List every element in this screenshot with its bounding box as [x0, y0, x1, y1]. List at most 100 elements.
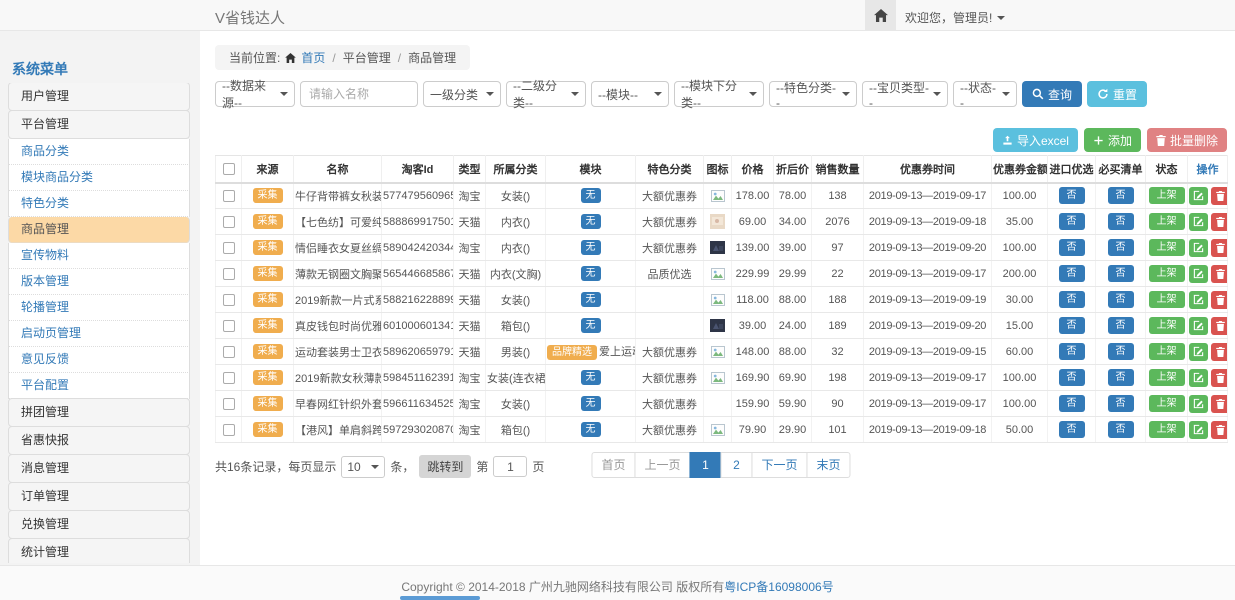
must-buy-toggle[interactable]: 否	[1108, 395, 1134, 412]
sidebar-item-stats-management[interactable]: 统计管理	[8, 538, 190, 563]
import-select-toggle[interactable]: 否	[1059, 343, 1085, 360]
must-buy-toggle[interactable]: 否	[1108, 265, 1134, 282]
sidebar-item-module-product-category[interactable]: 模块商品分类	[8, 165, 190, 191]
delete-button[interactable]	[1211, 343, 1228, 361]
last-page-button[interactable]: 末页	[807, 452, 851, 478]
edit-button[interactable]	[1189, 317, 1208, 335]
row-checkbox[interactable]	[223, 216, 235, 228]
must-buy-toggle[interactable]: 否	[1108, 343, 1134, 360]
page-2-button[interactable]: 2	[721, 452, 753, 478]
sidebar-item-user-management[interactable]: 用户管理	[8, 83, 190, 111]
import-excel-button[interactable]: 导入excel	[993, 128, 1078, 152]
reset-button[interactable]: 重置	[1087, 81, 1147, 107]
import-select-toggle[interactable]: 否	[1059, 291, 1085, 308]
sidebar-item-feedback[interactable]: 意见反馈	[8, 347, 190, 373]
row-checkbox[interactable]	[223, 320, 235, 332]
icp-link[interactable]: 粤ICP备16098006号	[724, 580, 833, 594]
home-button[interactable]	[865, 0, 896, 30]
batch-delete-button[interactable]: 批量删除	[1147, 128, 1227, 152]
first-page-button[interactable]: 首页	[591, 452, 635, 478]
must-buy-toggle[interactable]: 否	[1108, 187, 1134, 204]
delete-button[interactable]	[1211, 291, 1228, 309]
filter-select-module[interactable]: --模块--	[591, 81, 669, 107]
delete-button[interactable]	[1211, 213, 1228, 231]
horizontal-scrollbar-thumb[interactable]	[400, 596, 480, 600]
prev-page-button[interactable]: 上一页	[634, 452, 690, 478]
sidebar-item-product-category[interactable]: 商品分类	[8, 139, 190, 165]
filter-select-feature-category[interactable]: --特色分类--	[769, 81, 857, 107]
sidebar-item-platform-management[interactable]: 平台管理	[8, 110, 190, 139]
delete-button[interactable]	[1211, 421, 1228, 439]
sidebar-item-product-management[interactable]: 商品管理	[8, 217, 190, 243]
row-checkbox[interactable]	[223, 242, 235, 254]
sidebar-item-carousel-management[interactable]: 轮播管理	[8, 295, 190, 321]
edit-button[interactable]	[1189, 187, 1208, 205]
sidebar-item-message-management[interactable]: 消息管理	[8, 454, 190, 483]
import-select-toggle[interactable]: 否	[1059, 421, 1085, 438]
status-button[interactable]: 上架	[1149, 213, 1185, 230]
select-all-checkbox[interactable]	[223, 163, 235, 175]
must-buy-toggle[interactable]: 否	[1108, 369, 1134, 386]
delete-button[interactable]	[1211, 187, 1228, 205]
filter-select-item-type[interactable]: --宝贝类型--	[862, 81, 948, 107]
per-page-select[interactable]: 10	[341, 456, 385, 478]
must-buy-toggle[interactable]: 否	[1108, 291, 1134, 308]
filter-select-level1-category[interactable]: 一级分类	[423, 81, 501, 107]
status-button[interactable]: 上架	[1149, 317, 1185, 334]
sidebar-item-platform-config[interactable]: 平台配置	[8, 373, 190, 399]
edit-button[interactable]	[1189, 291, 1208, 309]
status-button[interactable]: 上架	[1149, 369, 1185, 386]
must-buy-toggle[interactable]: 否	[1108, 239, 1134, 256]
import-select-toggle[interactable]: 否	[1059, 239, 1085, 256]
jump-button[interactable]: 跳转到	[419, 455, 471, 478]
sidebar-item-order-management[interactable]: 订单管理	[8, 482, 190, 511]
row-checkbox[interactable]	[223, 424, 235, 436]
edit-button[interactable]	[1189, 369, 1208, 387]
row-checkbox[interactable]	[223, 372, 235, 384]
edit-button[interactable]	[1189, 213, 1208, 231]
search-button[interactable]: 查询	[1022, 81, 1082, 107]
status-button[interactable]: 上架	[1149, 343, 1185, 360]
status-button[interactable]: 上架	[1149, 187, 1185, 204]
delete-button[interactable]	[1211, 369, 1228, 387]
filter-select-module-sub-category[interactable]: --模块下分类--	[674, 81, 764, 107]
filter-select-level2-category[interactable]: --二级分类--	[506, 81, 586, 107]
edit-button[interactable]	[1189, 239, 1208, 257]
user-menu[interactable]: 欢迎您，管理员!	[905, 9, 1005, 26]
sidebar-item-splash-page-management[interactable]: 启动页管理	[8, 321, 190, 347]
edit-button[interactable]	[1189, 395, 1208, 413]
import-select-toggle[interactable]: 否	[1059, 213, 1085, 230]
jump-page-input[interactable]	[493, 456, 527, 477]
add-button[interactable]: 添加	[1084, 128, 1141, 152]
status-button[interactable]: 上架	[1149, 421, 1185, 438]
edit-button[interactable]	[1189, 343, 1208, 361]
sidebar-item-feature-category[interactable]: 特色分类	[8, 191, 190, 217]
status-button[interactable]: 上架	[1149, 239, 1185, 256]
delete-button[interactable]	[1211, 395, 1228, 413]
name-search-input[interactable]	[300, 81, 418, 107]
import-select-toggle[interactable]: 否	[1059, 265, 1085, 282]
next-page-button[interactable]: 下一页	[752, 452, 808, 478]
edit-button[interactable]	[1189, 421, 1208, 439]
import-select-toggle[interactable]: 否	[1059, 317, 1085, 334]
import-select-toggle[interactable]: 否	[1059, 187, 1085, 204]
must-buy-toggle[interactable]: 否	[1108, 317, 1134, 334]
must-buy-toggle[interactable]: 否	[1108, 421, 1134, 438]
page-1-button[interactable]: 1	[690, 452, 722, 478]
filter-select-status[interactable]: --状态--	[953, 81, 1017, 107]
sidebar-item-group-buy-management[interactable]: 拼团管理	[8, 398, 190, 427]
sidebar-item-version-management[interactable]: 版本管理	[8, 269, 190, 295]
import-select-toggle[interactable]: 否	[1059, 395, 1085, 412]
breadcrumb-home-link[interactable]: 首页	[301, 49, 325, 66]
row-checkbox[interactable]	[223, 190, 235, 202]
status-button[interactable]: 上架	[1149, 291, 1185, 308]
sidebar-item-saving-express-news[interactable]: 省惠快报	[8, 426, 190, 455]
status-button[interactable]: 上架	[1149, 395, 1185, 412]
row-checkbox[interactable]	[223, 268, 235, 280]
row-checkbox[interactable]	[223, 346, 235, 358]
sidebar-item-exchange-management[interactable]: 兑换管理	[8, 510, 190, 539]
delete-button[interactable]	[1211, 317, 1228, 335]
must-buy-toggle[interactable]: 否	[1108, 213, 1134, 230]
status-button[interactable]: 上架	[1149, 265, 1185, 282]
row-checkbox[interactable]	[223, 398, 235, 410]
